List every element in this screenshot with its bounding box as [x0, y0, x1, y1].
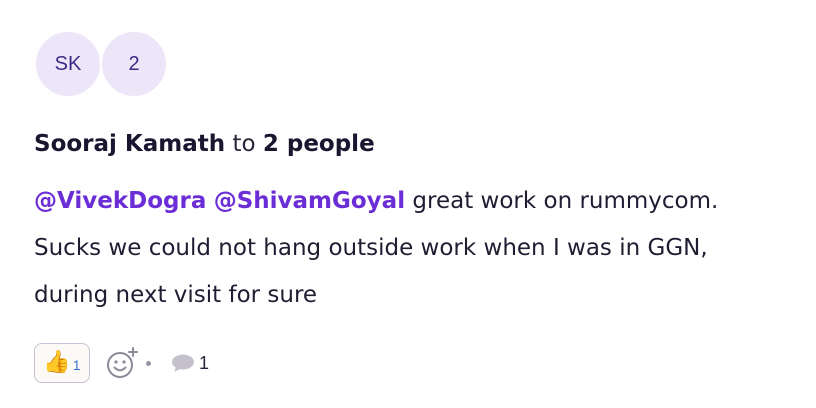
- comment-count: 1: [199, 352, 210, 373]
- recipients-count-avatar[interactable]: 2: [100, 30, 168, 98]
- author-avatar[interactable]: SK: [34, 30, 102, 98]
- comments-button[interactable]: 1: [171, 353, 209, 374]
- add-emoji-icon: [107, 347, 138, 378]
- to-word: to: [232, 131, 256, 157]
- message-line-1: great work on rummycom.: [412, 188, 719, 214]
- comment-bubble-icon: [172, 354, 194, 372]
- reaction-count: 1: [72, 357, 81, 373]
- recipients-count: 2: [128, 52, 140, 75]
- post-message: @VivekDogra @ShivamGoyal great work on r…: [34, 178, 804, 319]
- message-line-2: Sucks we could not hang outside work whe…: [34, 235, 708, 261]
- post-header: Sooraj Kamath to 2 people: [34, 128, 375, 160]
- avatar-stack: SK 2: [34, 30, 174, 98]
- mention-vivek[interactable]: @VivekDogra: [34, 188, 206, 214]
- recipients-link[interactable]: 2 people: [263, 131, 375, 157]
- thumbs-up-icon: 👍: [43, 350, 71, 375]
- author-initials: SK: [54, 52, 82, 75]
- author-name[interactable]: Sooraj Kamath: [34, 131, 225, 157]
- post-actions: 👍 1 1: [34, 342, 209, 384]
- thumbs-up-reaction-button[interactable]: 👍 1: [34, 343, 90, 383]
- post-card: SK 2 Sooraj Kamath to 2 people @VivekDog…: [0, 0, 816, 408]
- add-reaction-button[interactable]: [104, 345, 140, 381]
- separator-dot: [146, 360, 151, 366]
- message-line-3: during next visit for sure: [34, 282, 318, 308]
- mention-shivam[interactable]: @ShivamGoyal: [214, 188, 405, 214]
